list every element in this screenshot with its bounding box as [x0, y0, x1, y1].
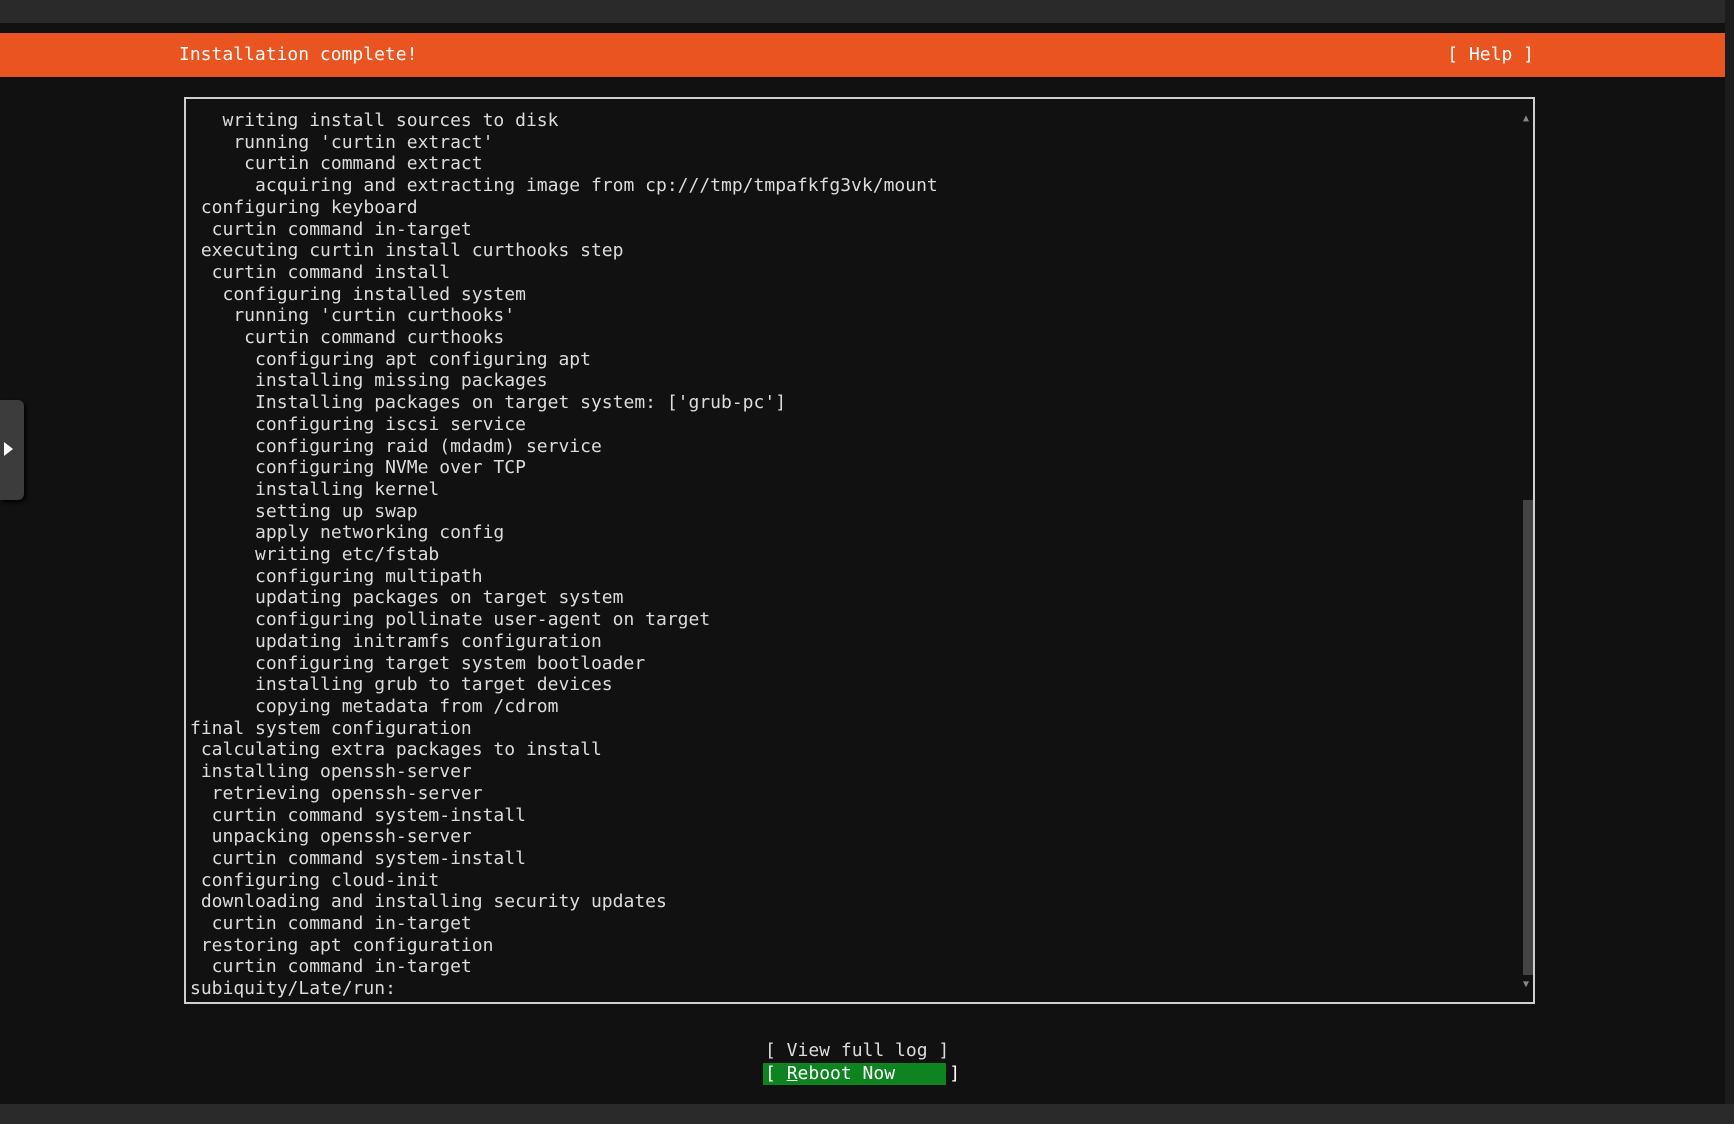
log-line: curtin command extract — [190, 153, 483, 175]
log-line: writing install sources to disk — [190, 110, 559, 131]
log-line: configuring multipath — [190, 565, 483, 587]
scroll-down-arrow-icon[interactable]: ▼ — [1523, 979, 1529, 990]
log-line: configuring NVMe over TCP — [190, 457, 526, 479]
log-lines: writing install sources to disk running … — [190, 110, 938, 1000]
log-line: retrieving openssh-server — [190, 782, 483, 804]
play-arrow-icon — [4, 442, 13, 456]
scroll-up-arrow-icon[interactable]: ▲ — [1523, 113, 1529, 124]
log-line: running 'curtin extract' — [190, 131, 494, 153]
log-line: subiquity/Late/run: — [190, 978, 396, 1000]
log-line: curtin command in-target — [190, 218, 472, 240]
log-line: running 'curtin curthooks' — [190, 305, 516, 327]
log-line: writing etc/fstab — [190, 544, 440, 566]
log-line: apply networking config — [190, 522, 505, 544]
view-full-log-button[interactable]: [ View full log ] — [763, 1040, 949, 1062]
log-line: calculating extra packages to install — [190, 739, 602, 761]
log-line: configuring pollinate user-agent on targ… — [190, 609, 711, 631]
log-line: updating initramfs configuration — [190, 630, 602, 652]
log-line: acquiring and extracting image from cp:/… — [190, 175, 938, 197]
log-line: curtin command system-install — [190, 804, 526, 826]
log-line: curtin command install — [190, 261, 451, 283]
log-line: installing openssh-server — [190, 761, 472, 783]
log-line: final system configuration — [190, 717, 472, 739]
log-line: unpacking openssh-server — [190, 826, 472, 848]
reboot-hotkey: R — [786, 1063, 798, 1084]
reboot-now-button[interactable]: [ Reboot Now ] — [763, 1063, 960, 1085]
log-line: executing curtin install curthooks step — [190, 240, 624, 262]
log-line: installing grub to target devices — [190, 674, 613, 696]
log-line: curtin command in-target — [190, 956, 472, 978]
log-line: configuring cloud-init — [190, 869, 440, 891]
header-bar: Installation complete! [ Help ] — [0, 33, 1725, 77]
log-line: configuring target system bootloader — [190, 652, 646, 674]
log-line: configuring installed system — [190, 283, 526, 305]
top-bar — [0, 0, 1734, 23]
page-title: Installation complete! — [179, 44, 418, 65]
reboot-label: eboot Now ] — [797, 1063, 961, 1084]
help-button[interactable]: [ Help ] — [1447, 44, 1534, 65]
right-edge — [1725, 0, 1734, 1124]
install-log-box: writing install sources to disk running … — [184, 97, 1535, 1004]
log-line: curtin command in-target — [190, 913, 472, 935]
log-line: restoring apt configuration — [190, 934, 494, 956]
log-line: copying metadata from /cdrom — [190, 695, 559, 717]
log-line: configuring iscsi service — [190, 413, 526, 435]
log-line: installing missing packages — [190, 370, 548, 392]
side-panel-toggle[interactable] — [0, 400, 24, 500]
scrollbar-thumb[interactable] — [1523, 500, 1533, 975]
log-line: curtin command system-install — [190, 847, 526, 869]
bottom-bar — [0, 1104, 1734, 1124]
log-line: configuring keyboard — [190, 196, 418, 218]
log-line: updating packages on target system — [190, 587, 624, 609]
log-line: setting up swap — [190, 500, 418, 522]
log-line: installing kernel — [190, 478, 440, 500]
reboot-bracket: [ — [765, 1063, 787, 1084]
log-line: configuring raid (mdadm) service — [190, 435, 602, 457]
log-line: curtin command curthooks — [190, 327, 505, 349]
log-line: Installing packages on target system: ['… — [190, 392, 787, 414]
log-line: downloading and installing security upda… — [190, 891, 667, 913]
log-line: configuring apt configuring apt — [190, 348, 591, 370]
